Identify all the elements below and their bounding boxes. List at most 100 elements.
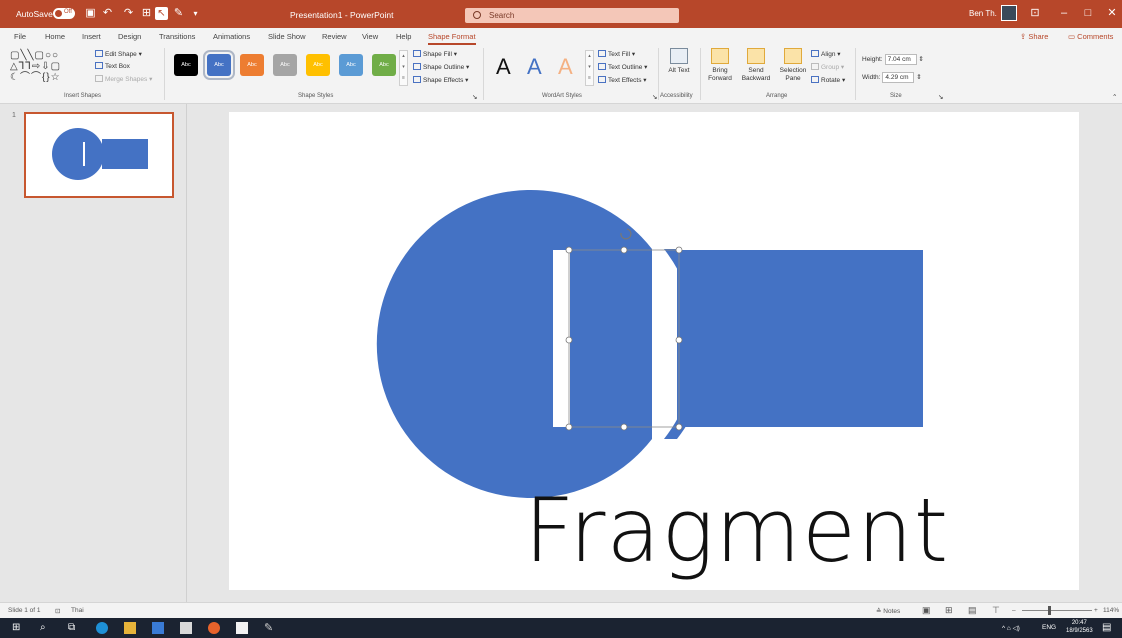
zoom-out-icon[interactable]: – <box>1012 607 1016 614</box>
store-icon[interactable] <box>180 622 192 634</box>
edge-icon[interactable] <box>96 622 108 634</box>
close-icon[interactable]: ✕ <box>1104 6 1120 20</box>
resize-handle[interactable] <box>675 246 683 254</box>
share-button[interactable]: ⇪ Share <box>1020 32 1048 41</box>
zoom-level[interactable]: 114% <box>1103 607 1119 614</box>
tab-transitions[interactable]: Transitions <box>159 32 195 41</box>
rectangle-shape[interactable] <box>677 250 923 427</box>
shape-style-swatch[interactable]: Abc <box>203 50 235 80</box>
app-icon[interactable] <box>208 622 220 634</box>
merge-shapes-button[interactable]: Merge Shapes ▾ <box>95 75 152 83</box>
slide-thumbnail[interactable] <box>24 112 174 198</box>
tab-design[interactable]: Design <box>118 32 141 41</box>
notes-button[interactable]: ≙ Notes <box>876 607 900 615</box>
resize-handle[interactable] <box>620 423 628 431</box>
slideshow-view-icon[interactable]: ⊤ <box>992 605 1000 616</box>
resize-handle[interactable] <box>675 423 683 431</box>
task-view-icon[interactable]: ⧉ <box>68 622 80 634</box>
pen-app-icon[interactable]: ✎ <box>264 622 276 634</box>
width-input[interactable]: 4.29 cm <box>882 72 915 83</box>
bring-forward-button[interactable]: Bring Forward <box>704 48 736 83</box>
selection-pane-button[interactable]: Selection Pane <box>777 48 809 83</box>
shape-style-swatch[interactable]: Abc <box>372 54 396 76</box>
circle-shape[interactable] <box>376 190 652 499</box>
spelling-icon[interactable]: ⊡ <box>55 607 60 615</box>
mail-icon[interactable] <box>152 622 164 634</box>
tray-icons[interactable]: ^ ⌂ ◁) <box>1002 624 1020 632</box>
zoom-thumb[interactable] <box>1048 606 1051 615</box>
zoom-slider[interactable] <box>1022 610 1092 611</box>
resize-handle[interactable] <box>565 423 573 431</box>
search-icon[interactable]: ⌕ <box>40 622 52 634</box>
notification-icon[interactable]: ▤ <box>1102 622 1111 633</box>
pen-icon[interactable]: ✎ <box>172 7 185 20</box>
tab-home[interactable]: Home <box>45 32 65 41</box>
avatar[interactable] <box>1001 5 1017 21</box>
rotate-button[interactable]: Rotate ▾ <box>811 76 845 84</box>
alt-text-button[interactable]: Alt Text <box>666 48 692 75</box>
wordart-style-orange[interactable]: A <box>558 54 573 80</box>
slide-sorter-icon[interactable]: ⊞ <box>945 605 953 616</box>
text-box-button[interactable]: Text Box <box>95 62 130 70</box>
present-icon[interactable]: ⊞ <box>140 7 153 20</box>
shape-style-swatch[interactable]: Abc <box>174 54 198 76</box>
tab-animations[interactable]: Animations <box>213 32 250 41</box>
text-outline-button[interactable]: Text Outline ▾ <box>598 63 647 71</box>
size-launcher-icon[interactable]: ↘ <box>938 93 943 101</box>
autosave-toggle[interactable]: Off <box>53 8 75 19</box>
language-indicator[interactable]: Thai <box>71 607 84 614</box>
group-button[interactable]: Group ▾ <box>811 63 844 71</box>
text-effects-button[interactable]: Text Effects ▾ <box>598 76 647 84</box>
resize-handle[interactable] <box>565 246 573 254</box>
wordart-launcher-icon[interactable]: ↘ <box>652 93 657 101</box>
tab-insert[interactable]: Insert <box>82 32 101 41</box>
resize-handle[interactable] <box>620 246 628 254</box>
reading-view-icon[interactable]: ▤ <box>968 605 977 616</box>
zoom-in-icon[interactable]: + <box>1094 607 1098 614</box>
save-icon[interactable]: ▣ <box>84 7 97 20</box>
comments-button[interactable]: ▭ Comments <box>1068 32 1113 41</box>
wordart-style-blue[interactable]: A <box>527 54 542 80</box>
clock[interactable]: 20:47 18/9/2563 <box>1066 619 1093 635</box>
search-input[interactable]: Search <box>465 8 679 23</box>
undo-icon[interactable]: ↶ <box>101 7 114 20</box>
tab-view[interactable]: View <box>362 32 378 41</box>
document-app-icon[interactable] <box>236 622 248 634</box>
tab-file[interactable]: File <box>14 32 26 41</box>
send-backward-button[interactable]: Send Backward <box>738 48 774 83</box>
normal-view-icon[interactable]: ▣ <box>922 605 931 616</box>
shape-style-swatch[interactable]: Abc <box>339 54 363 76</box>
shape-outline-button[interactable]: Shape Outline ▾ <box>413 63 469 71</box>
collapse-ribbon-icon[interactable]: ⌃ <box>1112 93 1117 101</box>
shape-styles-scroll[interactable]: ▴ ▾ ≡ <box>399 50 408 86</box>
redo-icon[interactable]: ↷ <box>122 7 135 20</box>
file-explorer-icon[interactable] <box>124 622 136 634</box>
wordart-styles-scroll[interactable]: ▴ ▾ ≡ <box>585 50 594 86</box>
edit-shape-button[interactable]: Edit Shape ▾ <box>95 50 142 58</box>
text-fill-button[interactable]: Text Fill ▾ <box>598 50 635 58</box>
align-button[interactable]: Align ▾ <box>811 50 841 58</box>
maximize-icon[interactable]: □ <box>1080 6 1096 20</box>
resize-handle[interactable] <box>565 336 573 344</box>
shapes-gallery[interactable]: ▢╲╲▢○○ △⅂⅂⇨⇩▢ ☾⌒⌒{}☆ <box>10 50 85 84</box>
pointer-icon[interactable]: ↖ <box>155 7 168 20</box>
tab-slide-show[interactable]: Slide Show <box>268 32 306 41</box>
shape-style-swatch[interactable]: Abc <box>306 54 330 76</box>
ribbon-display-icon[interactable]: ⊡ <box>1027 6 1043 20</box>
input-language[interactable]: ENG <box>1042 624 1056 631</box>
resize-handle[interactable] <box>675 336 683 344</box>
height-input[interactable]: 7.04 cm <box>884 54 917 65</box>
tab-help[interactable]: Help <box>396 32 411 41</box>
shape-styles-launcher-icon[interactable]: ↘ <box>472 93 477 101</box>
shape-fill-button[interactable]: Shape Fill ▾ <box>413 50 457 58</box>
minimize-icon[interactable]: – <box>1056 6 1072 20</box>
user-name[interactable]: Ben Th. <box>969 9 997 18</box>
start-icon[interactable]: ⊞ <box>12 622 24 634</box>
tab-shape-format[interactable]: Shape Format <box>428 32 476 45</box>
tab-review[interactable]: Review <box>322 32 347 41</box>
shape-effects-button[interactable]: Shape Effects ▾ <box>413 76 468 84</box>
shape-style-swatch[interactable]: Abc <box>273 54 297 76</box>
customize-qat-icon[interactable]: ▾ <box>189 7 202 20</box>
shape-style-swatch[interactable]: Abc <box>240 54 264 76</box>
wordart-style-black[interactable]: A <box>496 54 511 80</box>
